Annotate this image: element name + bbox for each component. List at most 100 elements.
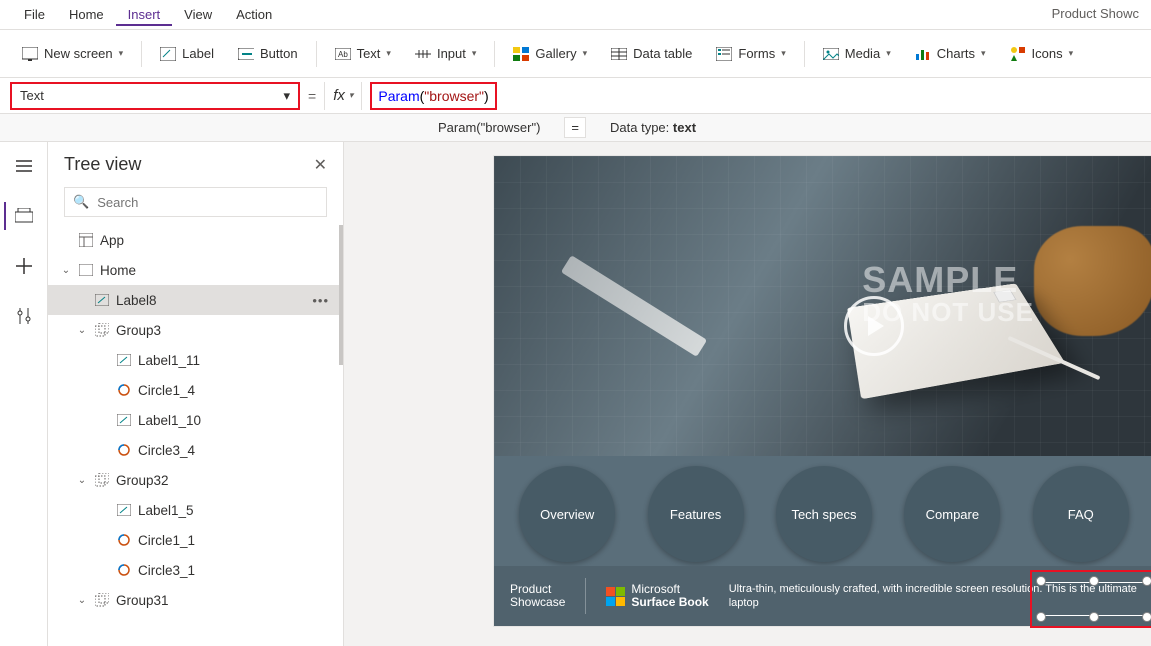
tree-item-circle3_4[interactable]: Circle3_4 <box>48 435 343 465</box>
nav-circle-overview[interactable]: Overview <box>519 466 615 562</box>
insert-forms-button[interactable]: Forms <box>706 40 795 68</box>
rail-treeview[interactable] <box>4 198 44 234</box>
gallery-label: Gallery <box>535 46 576 61</box>
tree-item-group3[interactable]: ⌄Group3 <box>48 315 343 345</box>
new-screen-label: New screen <box>44 46 113 61</box>
formula-input-rest[interactable] <box>505 82 1141 110</box>
app-canvas[interactable]: SAMPLE DO NOT USE OverviewFeaturesTech s… <box>494 156 1151 626</box>
tree-item-label: Label1_5 <box>138 503 194 518</box>
insert-text-button[interactable]: Ab Text <box>325 40 401 68</box>
tree-item-group31[interactable]: ⌄ Group31 <box>48 585 343 615</box>
menu-home[interactable]: Home <box>57 3 116 26</box>
separator <box>494 41 495 67</box>
gallery-icon <box>513 46 529 62</box>
label-icon <box>116 502 132 518</box>
scrollbar-thumb[interactable] <box>339 225 343 365</box>
insert-media-button[interactable]: Media <box>813 40 901 68</box>
forms-label: Forms <box>738 46 775 61</box>
left-rail <box>0 142 48 646</box>
fx-button[interactable]: fx <box>333 87 353 104</box>
tree-item-label: Circle3_4 <box>138 443 195 458</box>
rail-advanced[interactable] <box>4 298 44 334</box>
tree-search[interactable]: 🔍 <box>64 187 327 217</box>
rail-insert[interactable] <box>4 248 44 284</box>
close-icon[interactable]: ✕ <box>314 155 327 175</box>
tree-item-group32[interactable]: ⌄ Group32 <box>48 465 343 495</box>
insert-charts-button[interactable]: Charts <box>905 40 996 68</box>
nav-circle-faq[interactable]: FAQ <box>1033 466 1129 562</box>
chart-icon <box>915 46 931 62</box>
chevron-down-icon <box>781 48 786 59</box>
tree-item-circle3_1[interactable]: Circle3_1 <box>48 555 343 585</box>
svg-text:Ab: Ab <box>338 50 348 59</box>
separator <box>316 41 317 67</box>
chevron-down-icon <box>119 48 124 59</box>
nav-circle-compare[interactable]: Compare <box>904 466 1000 562</box>
property-value: Text <box>20 88 44 103</box>
canvas-area[interactable]: SAMPLE DO NOT USE OverviewFeaturesTech s… <box>344 142 1151 646</box>
text-icon: Ab <box>335 46 351 62</box>
insert-label-button[interactable]: Label <box>150 40 224 68</box>
tree-item-label: Label1_10 <box>138 413 201 428</box>
icons-label: Icons <box>1032 46 1063 61</box>
tree-view-panel: Tree view ✕ 🔍 App⌄HomeLabel8•••⌄Group3La… <box>48 142 344 646</box>
new-screen-button[interactable]: New screen <box>12 40 133 68</box>
label-icon <box>116 412 132 428</box>
tree-title: Tree view <box>64 154 141 175</box>
insert-datatable-button[interactable]: Data table <box>601 40 702 68</box>
menu-action[interactable]: Action <box>224 3 284 26</box>
formula-infobar: Param("browser") = Data type: text <box>0 114 1151 142</box>
nav-circles: Overview Features Tech specs Compare FAQ <box>494 456 1151 562</box>
tree-item-home[interactable]: ⌄Home <box>48 255 343 285</box>
menu-file[interactable]: File <box>12 3 57 26</box>
chevron-icon: ⌄ <box>76 325 88 336</box>
chevron-down-icon <box>283 88 290 104</box>
search-input[interactable] <box>97 195 318 210</box>
datatype-text: Data type: text <box>610 120 696 135</box>
tree-item-label1_10[interactable]: Label1_10 <box>48 405 343 435</box>
chevron-icon: ⌄ <box>76 595 88 606</box>
property-selector[interactable]: Text <box>10 82 300 110</box>
menu-view[interactable]: View <box>172 3 224 26</box>
label-icon <box>160 46 176 62</box>
circle-icon <box>116 382 132 398</box>
play-icon[interactable] <box>844 296 904 356</box>
product-name: ProductShowcase <box>510 583 565 609</box>
insert-icons-button[interactable]: Icons <box>1000 40 1084 68</box>
chevron-down-icon <box>386 48 391 59</box>
tree-item-label8[interactable]: Label8••• <box>48 285 343 315</box>
chevron-icon: ⌄ <box>76 475 88 486</box>
tree-item-label: App <box>100 233 124 248</box>
tree-item-label: Group32 <box>116 473 169 488</box>
microsoft-logo-icon <box>606 587 625 606</box>
tree-item-circle1_4[interactable]: Circle1_4 <box>48 375 343 405</box>
screen-icon <box>22 46 38 62</box>
formula-input[interactable]: Param("browser") <box>370 82 496 110</box>
tree-item-label1_11[interactable]: Label1_11 <box>48 345 343 375</box>
insert-input-button[interactable]: Input <box>405 40 486 68</box>
button-icon <box>238 46 254 62</box>
tree-item-circle1_1[interactable]: Circle1_1 <box>48 525 343 555</box>
separator <box>361 82 362 110</box>
tree-item-label1_5[interactable]: Label1_5 <box>48 495 343 525</box>
nav-circle-features[interactable]: Features <box>648 466 744 562</box>
menu-insert[interactable]: Insert <box>116 3 173 26</box>
circle-icon <box>116 532 132 548</box>
formula-string: "browser" <box>424 88 484 104</box>
equals-box: = <box>564 117 586 138</box>
tree-item-app[interactable]: App <box>48 225 343 255</box>
media-label: Media <box>845 46 880 61</box>
button-label: Button <box>260 46 298 61</box>
ribbon: New screen Label Button Ab Text Input Ga… <box>0 30 1151 78</box>
tree-item-label: Group31 <box>116 593 169 608</box>
separator <box>804 41 805 67</box>
media-icon <box>823 46 839 62</box>
nav-circle-tech-specs[interactable]: Tech specs <box>776 466 872 562</box>
tree-item-label: Home <box>100 263 136 278</box>
label-label: Label <box>182 46 214 61</box>
rail-hamburger[interactable] <box>4 148 44 184</box>
insert-button-button[interactable]: Button <box>228 40 308 68</box>
datatable-label: Data table <box>633 46 692 61</box>
insert-gallery-button[interactable]: Gallery <box>503 40 597 68</box>
more-icon[interactable]: ••• <box>312 293 329 308</box>
